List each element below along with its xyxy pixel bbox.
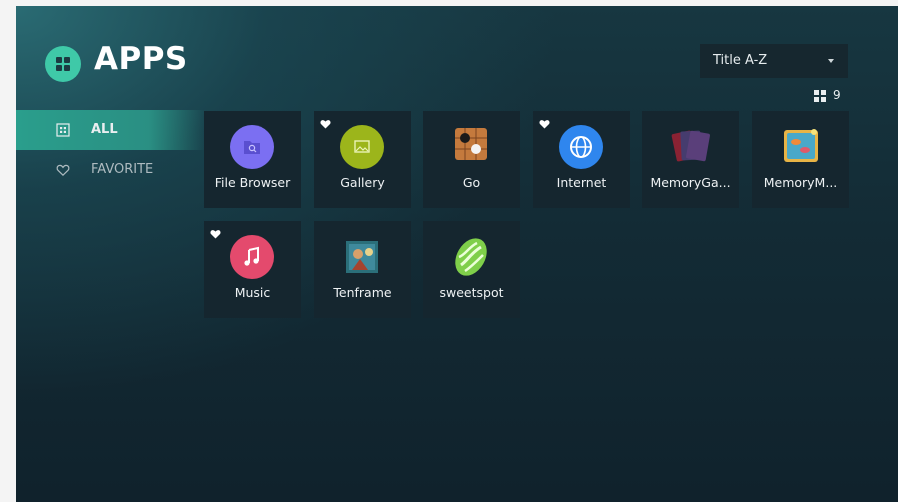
- app-tile-internet[interactable]: Internet: [533, 111, 630, 208]
- sidebar-item-label: ALL: [91, 122, 118, 137]
- candy-icon: [451, 235, 491, 279]
- memory-fish-icon: [781, 127, 821, 165]
- app-tile-go[interactable]: Go: [423, 111, 520, 208]
- globe-icon: [559, 125, 603, 169]
- image-icon: [340, 125, 384, 169]
- app-label: Music: [234, 285, 271, 300]
- app-tile-file-browser[interactable]: File Browser: [204, 111, 301, 208]
- caret-down-icon: [828, 59, 834, 63]
- grid-view-icon: [814, 90, 826, 102]
- app-label: sweetspot: [439, 285, 504, 300]
- tenframe-picture-icon: [346, 241, 378, 273]
- sort-selected-value: Title A-Z: [713, 53, 768, 68]
- app-label: Internet: [556, 175, 607, 190]
- app-tile-memorygame[interactable]: MemoryGa...: [642, 111, 739, 208]
- heart-outline-icon: [56, 164, 70, 177]
- app-tile-sweetspot[interactable]: sweetspot: [423, 221, 520, 318]
- count-value: 9: [833, 88, 841, 102]
- app-tile-gallery[interactable]: Gallery: [314, 111, 411, 208]
- music-note-icon: [230, 235, 274, 279]
- app-label: File Browser: [214, 175, 291, 190]
- app-tile-music[interactable]: Music: [204, 221, 301, 318]
- sidebar-item-favorite[interactable]: FAVORITE: [16, 150, 206, 190]
- app-label: Tenframe: [333, 285, 392, 300]
- page-title: APPS: [94, 41, 188, 77]
- heart-filled-icon: [210, 230, 221, 239]
- sidebar-item-all[interactable]: ALL: [16, 110, 206, 150]
- folder-search-icon: [230, 125, 274, 169]
- cards-icon: [670, 126, 712, 166]
- app-label: MemoryGa...: [650, 175, 731, 190]
- heart-filled-icon: [539, 120, 550, 129]
- app-label: Gallery: [340, 175, 385, 190]
- app-tile-tenframe[interactable]: Tenframe: [314, 221, 411, 318]
- app-label: Go: [462, 175, 481, 190]
- sort-dropdown[interactable]: Title A-Z: [700, 44, 848, 78]
- grid-apps-icon: [45, 46, 81, 82]
- grid-icon: [56, 123, 70, 137]
- app-tile-memorymatch[interactable]: MemoryM...: [752, 111, 849, 208]
- app-label: MemoryM...: [763, 175, 838, 190]
- go-board-icon: [454, 127, 488, 161]
- heart-filled-icon: [320, 120, 331, 129]
- apps-screen: APPS Title A-Z 9 ALL FAVORITE File Brows…: [16, 6, 898, 502]
- sidebar-item-label: FAVORITE: [91, 162, 154, 177]
